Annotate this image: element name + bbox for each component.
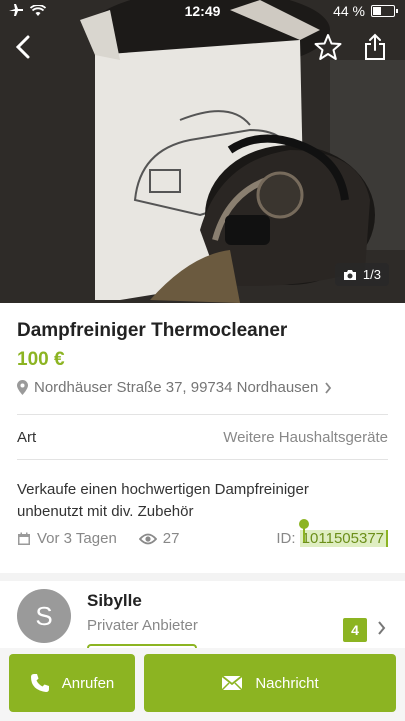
- views-count-group: 27: [138, 530, 180, 547]
- share-button[interactable]: [358, 30, 392, 64]
- avatar: S: [17, 589, 71, 643]
- listing-photo[interactable]: 12:49 44 % 1/3: [0, 0, 405, 303]
- action-bar: Anrufen Nachricht: [0, 648, 405, 721]
- category-value: Weitere Haushaltsgeräte: [223, 429, 388, 446]
- posted-date: Vor 3 Tagen: [37, 530, 117, 547]
- divider: [17, 459, 388, 460]
- message-label: Nachricht: [255, 674, 319, 692]
- seller-type: Privater Anbieter: [87, 617, 198, 634]
- divider: [17, 414, 388, 415]
- battery-icon: [371, 5, 398, 17]
- id-label: ID:: [276, 530, 296, 547]
- text-selection-handle[interactable]: [299, 519, 309, 542]
- chevron-right-icon: [325, 381, 332, 394]
- eye-icon: [138, 533, 157, 544]
- status-bar: 12:49 44 %: [0, 0, 405, 22]
- status-icons-right: 44 %: [333, 3, 398, 19]
- back-button[interactable]: [6, 30, 40, 64]
- share-icon: [365, 33, 385, 60]
- views-count: 27: [162, 530, 180, 547]
- star-icon: [314, 34, 342, 60]
- photo-counter: 1/3: [334, 263, 389, 286]
- address-text: Nordhäuser Straße 37, 99734 Nordhausen: [34, 379, 319, 396]
- phone-icon: [30, 674, 49, 692]
- id-value[interactable]: 1011505377: [299, 530, 388, 547]
- chevron-right-icon: [378, 621, 386, 635]
- listing-meta: Vor 3 Tagen 27: [17, 530, 179, 547]
- chevron-left-icon: [15, 35, 30, 59]
- listing-address[interactable]: Nordhäuser Straße 37, 99734 Nordhausen: [17, 379, 332, 396]
- location-pin-icon: [17, 380, 28, 395]
- seller-listings-count: 4: [343, 618, 367, 642]
- call-button[interactable]: Anrufen: [9, 654, 135, 712]
- calendar-icon: [18, 532, 30, 545]
- call-label: Anrufen: [61, 674, 115, 692]
- listing-title: Dampfreiniger Thermocleaner: [17, 320, 288, 341]
- favorite-button[interactable]: [311, 30, 345, 64]
- battery-percent: 44 %: [333, 3, 365, 19]
- photo-counter-label: 1/3: [362, 267, 381, 282]
- listing-id[interactable]: ID: 1011505377: [276, 530, 388, 547]
- listing-description: Verkaufe einen hochwertigen Dampfreinige…: [17, 481, 309, 520]
- listing-price: 100 €: [17, 349, 65, 370]
- category-label: Art: [17, 429, 37, 446]
- message-button[interactable]: Nachricht: [144, 654, 396, 712]
- seller-name: Sibylle: [87, 591, 142, 610]
- camera-icon: [343, 269, 356, 280]
- envelope-icon: [221, 675, 243, 691]
